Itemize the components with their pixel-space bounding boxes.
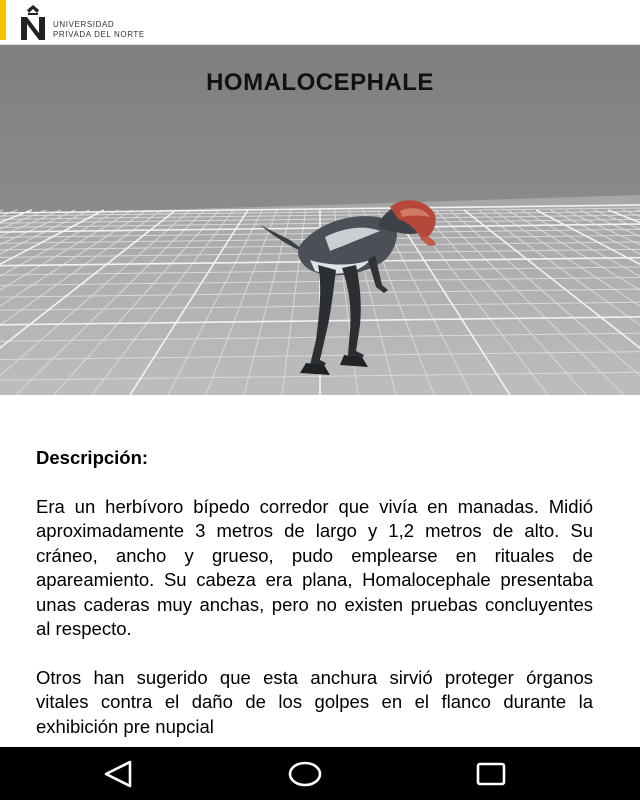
university-name: UNIVERSIDAD PRIVADA DEL NORTE: [53, 20, 145, 40]
model-viewer[interactable]: HOMALOCEPHALE: [0, 45, 640, 395]
description-paragraph-2: Otros han sugerido que esta anchura sirv…: [36, 666, 593, 737]
model-title: HOMALOCEPHALE: [206, 69, 434, 96]
logo-line-2: PRIVADA DEL NORTE: [53, 30, 145, 39]
dinosaur-model-icon[interactable]: [250, 165, 450, 385]
description-heading: Descripción:: [36, 447, 149, 468]
home-circle-icon[interactable]: [286, 759, 324, 789]
description-section: Descripción: Era un herbívoro bípedo cor…: [36, 446, 593, 763]
app-header: UNIVERSIDAD PRIVADA DEL NORTE: [0, 0, 640, 45]
android-navigation-bar: [0, 747, 640, 800]
back-triangle-icon[interactable]: [101, 759, 135, 789]
recents-square-icon[interactable]: [474, 759, 508, 789]
accent-bar: [0, 0, 6, 40]
university-logo-icon: [21, 5, 45, 40]
description-paragraph-1: Era un herbívoro bípedo corredor que viv…: [36, 495, 593, 640]
logo-line-1: UNIVERSIDAD: [53, 20, 115, 29]
